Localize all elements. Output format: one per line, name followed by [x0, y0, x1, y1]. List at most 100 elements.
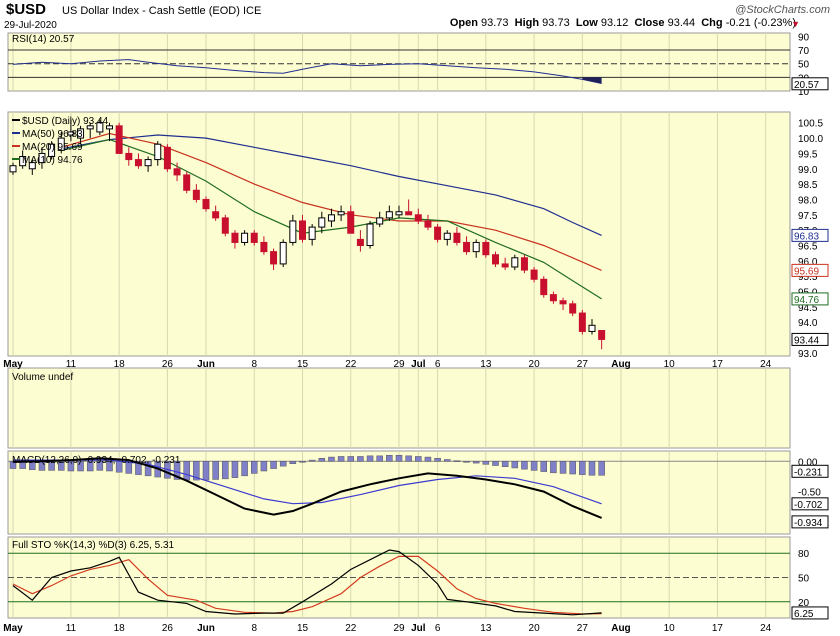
- candle-body: [260, 241, 268, 253]
- candle-body: [318, 217, 326, 228]
- macd-histogram-bar: [241, 461, 248, 477]
- x-tick-label: 6: [435, 623, 441, 634]
- candle-body: [299, 220, 306, 240]
- ma20-last-label: 95.69: [794, 266, 819, 277]
- macd-last-label: -0.934: [794, 518, 823, 529]
- x-tick-label: 26: [162, 623, 174, 634]
- macd-histogram-bar: [444, 459, 451, 462]
- x-tick-label: 10: [664, 359, 676, 370]
- x-tick-label: 27: [577, 623, 589, 634]
- candle-body: [289, 220, 297, 243]
- macd-histogram-bar: [366, 455, 374, 462]
- low-label: Low: [575, 17, 598, 29]
- sto-tick-label: 80: [798, 549, 810, 560]
- x-tick-label: 15: [297, 623, 309, 634]
- low-value: 93.12: [600, 17, 629, 29]
- macd-last-label: -0.702: [794, 500, 823, 511]
- x-tick-label: 13: [480, 359, 492, 370]
- candle-body: [221, 217, 229, 234]
- x-tick-label: 22: [345, 359, 357, 370]
- macd-histogram-bar: [521, 461, 528, 470]
- x-tick-label: Jun: [197, 359, 215, 370]
- macd-histogram-bar: [202, 461, 210, 481]
- ma10-last-label: 94.76: [794, 295, 819, 306]
- price-tick-label: 99.0: [798, 165, 818, 176]
- macd-histogram-bar: [318, 458, 326, 462]
- candle-body: [598, 330, 606, 340]
- price-tick-label: 96.5: [798, 242, 818, 253]
- candle-body: [279, 241, 287, 265]
- candle-body: [395, 211, 403, 216]
- macd-histogram-bar: [289, 461, 297, 464]
- candle-body: [270, 251, 278, 265]
- macd-histogram-bar: [279, 461, 287, 467]
- symbol-description: US Dollar Index - Cash Settle (EOD) ICE: [62, 5, 262, 17]
- macd-histogram-bar: [405, 455, 412, 462]
- candle-body: [424, 220, 432, 228]
- macd-histogram-bar: [222, 461, 229, 480]
- macd-histogram-bar: [357, 456, 364, 462]
- macd-histogram-bar: [530, 461, 538, 471]
- macd-histogram-bar: [511, 461, 519, 469]
- macd-histogram-bar: [386, 454, 393, 462]
- macd-histogram-bar: [472, 461, 480, 464]
- x-tick-label: 8: [251, 623, 257, 634]
- candle-body: [144, 159, 152, 167]
- x-tick-label: 24: [760, 623, 772, 634]
- rsi-tick-label: 70: [798, 46, 810, 57]
- macd-histogram-bar: [231, 461, 239, 478]
- macd-histogram-bar: [569, 461, 576, 475]
- rsi-tick-label: 90: [798, 32, 810, 43]
- x-tick-label: 24: [760, 359, 772, 370]
- macd-histogram-bar: [270, 461, 277, 469]
- x-tick-label: 18: [114, 623, 126, 634]
- rsi-tick-label: 50: [798, 60, 810, 71]
- candle-body: [463, 241, 471, 253]
- x-tick-label: 8: [251, 359, 257, 370]
- candle-body: [511, 257, 519, 268]
- macd-histogram-bar: [598, 461, 605, 476]
- candle-body: [501, 263, 509, 268]
- high-value: 93.73: [542, 17, 570, 29]
- x-tick-label: 26: [162, 359, 174, 370]
- price-tick-label: 98.5: [798, 180, 818, 191]
- open-label: Open: [449, 17, 478, 29]
- candle-body: [588, 324, 596, 332]
- macd-histogram-bar: [328, 456, 335, 462]
- candle-body: [434, 226, 442, 240]
- macd-histogram-bar: [453, 460, 461, 462]
- macd-histogram-bar: [463, 461, 470, 463]
- sto-legend: Full STO %K(14,3) %D(3) 6.25, 5.31: [12, 540, 175, 551]
- macd-histogram-bar: [212, 461, 219, 480]
- x-tick-label: 11: [66, 359, 77, 370]
- candle-body: [327, 214, 335, 222]
- brand-label: @StockCharts.com: [735, 4, 830, 16]
- candle-body: [308, 226, 316, 240]
- candle-body: [569, 303, 577, 314]
- candle-body: [163, 146, 171, 170]
- macd-histogram-bar: [251, 461, 258, 474]
- price-tick-label: 97.5: [798, 211, 818, 222]
- price-tick-label: 93.0: [798, 349, 818, 360]
- macd-histogram-bar: [559, 461, 567, 474]
- macd-histogram-bar: [540, 461, 547, 472]
- ma50-last-label: 96.83: [794, 231, 819, 242]
- price-legend-item: MA(20) 95.69: [22, 142, 83, 153]
- x-tick-label: Jul: [411, 623, 426, 634]
- candle-body: [115, 125, 123, 154]
- price-legend-item: MA(10) 94.76: [22, 155, 83, 166]
- macd-histogram-bar: [308, 459, 316, 462]
- price-tick-label: 99.5: [798, 149, 818, 160]
- price-legend-item: MA(50) 96.83: [22, 129, 83, 140]
- candle-body: [366, 223, 374, 247]
- candle-body: [549, 294, 557, 302]
- chg-label: Chg: [701, 17, 723, 29]
- candle-body: [202, 198, 210, 210]
- macd-histogram-bar: [376, 455, 383, 462]
- candle-body: [154, 143, 162, 161]
- price-last-label: 93.44: [794, 335, 819, 346]
- x-tick-label: 29: [393, 623, 405, 634]
- sto-last-label: 6.25: [794, 609, 814, 620]
- candle-body: [192, 189, 200, 200]
- price-tick-label: 100.0: [798, 134, 823, 145]
